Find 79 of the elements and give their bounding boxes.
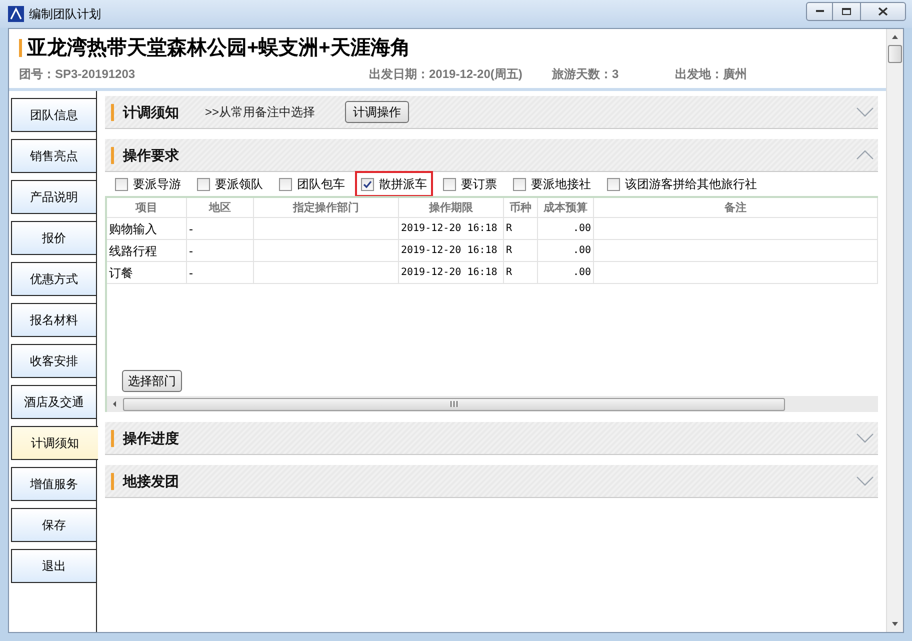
checkbox[interactable]: [361, 178, 374, 190]
sidebar-button[interactable]: 团队信息: [11, 98, 97, 132]
select-department-button[interactable]: 选择部门: [122, 370, 182, 392]
column-header: 项目: [107, 198, 187, 217]
column-header: 成本预算: [538, 198, 594, 217]
table-cell: .00: [538, 240, 594, 261]
table-cell: 2019-12-20 16:18: [399, 218, 504, 239]
section-title: 计调须知: [123, 102, 179, 122]
departure-place: 出发地：廣州: [675, 66, 747, 83]
sidebar-button[interactable]: 酒店及交通: [11, 385, 97, 419]
grip-icon: [450, 401, 458, 407]
column-header: 币种: [504, 198, 538, 217]
column-header: 指定操作部门: [254, 198, 399, 217]
accent-bar: [111, 146, 114, 164]
horizontal-scrollbar[interactable]: [107, 396, 878, 412]
minimize-button[interactable]: [806, 2, 833, 20]
common-notes-link[interactable]: >>从常用备注中选择: [205, 103, 316, 121]
checkbox[interactable]: [513, 178, 526, 190]
maximize-button[interactable]: [833, 2, 860, 20]
column-header: 操作期限: [399, 198, 504, 217]
column-header: 地区: [187, 198, 254, 217]
sidebar-button[interactable]: 报价: [11, 221, 97, 255]
checkbox[interactable]: [197, 178, 210, 190]
table-cell: 购物输入: [107, 218, 187, 239]
table-cell: 2019-12-20 16:18: [399, 262, 504, 283]
operation-button[interactable]: 计调操作: [345, 101, 410, 123]
column-header: 备注: [594, 198, 878, 217]
table-cell: 线路行程: [107, 240, 187, 261]
accent-bar: [111, 104, 114, 120]
close-button[interactable]: [860, 2, 906, 20]
sidebar-button[interactable]: 优惠方式: [11, 262, 97, 296]
table-cell: 订餐: [107, 262, 187, 283]
table-cell: R: [504, 262, 538, 283]
accent-bar: [111, 472, 114, 490]
section-title: 地接发团: [123, 472, 179, 490]
checkbox[interactable]: [443, 178, 456, 190]
table-cell: -: [187, 218, 254, 239]
checkbox[interactable]: [279, 178, 292, 190]
app-icon: [8, 6, 24, 22]
chevron-icon[interactable]: [856, 433, 874, 443]
checkbox-option[interactable]: 要派领队: [191, 171, 269, 197]
chevron-icon[interactable]: [856, 150, 874, 160]
group-number: 团号：SP3-20191203: [19, 66, 136, 83]
window-title: 编制团队计划: [29, 6, 101, 23]
vertical-scrollbar[interactable]: [886, 29, 903, 632]
sidebar-button[interactable]: 收客安排: [11, 344, 97, 378]
close-icon: [878, 6, 888, 16]
sidebar-button[interactable]: 保存: [11, 508, 97, 542]
table-cell: .00: [538, 262, 594, 283]
checkbox-option[interactable]: 要订票: [437, 171, 503, 197]
section-title: 操作要求: [123, 146, 179, 164]
checkbox[interactable]: [115, 178, 128, 190]
scroll-thumb[interactable]: [888, 45, 902, 63]
sidebar-button[interactable]: 计调须知: [11, 426, 98, 460]
accent-bar: [19, 39, 22, 57]
table-cell: R: [504, 240, 538, 261]
checkbox[interactable]: [607, 178, 620, 190]
chevron-icon[interactable]: [856, 107, 874, 117]
departure-date: 出发日期：2019-12-20(周五): [369, 66, 524, 83]
sidebar-button[interactable]: 报名材料: [11, 303, 97, 337]
checkbox-option[interactable]: 团队包车: [273, 171, 351, 197]
checkbox-option[interactable]: 散拼派车: [355, 171, 433, 197]
tour-days: 旅游天数：3: [552, 65, 675, 83]
table-cell: 2019-12-20 16:18: [399, 240, 504, 261]
sidebar-button[interactable]: 产品说明: [11, 180, 97, 214]
table-cell: -: [187, 240, 254, 261]
table-cell: -: [187, 262, 254, 283]
accent-bar: [111, 430, 114, 446]
tour-title: 亚龙湾热带天堂森林公园+蜈支洲+天涯海角: [27, 36, 410, 61]
sidebar-button[interactable]: 增值服务: [11, 467, 97, 501]
sidebar-button[interactable]: 退出: [11, 549, 97, 583]
checkbox-option[interactable]: 该团游客拼给其他旅行社: [601, 171, 763, 197]
checkbox-option[interactable]: 要派地接社: [507, 171, 597, 197]
chevron-icon[interactable]: [856, 476, 874, 486]
section-title: 操作进度: [123, 428, 179, 448]
table-cell: .00: [538, 218, 594, 239]
sidebar-button[interactable]: 销售亮点: [11, 139, 97, 173]
table-cell: R: [504, 218, 538, 239]
checkbox-option[interactable]: 要派导游: [109, 171, 187, 197]
